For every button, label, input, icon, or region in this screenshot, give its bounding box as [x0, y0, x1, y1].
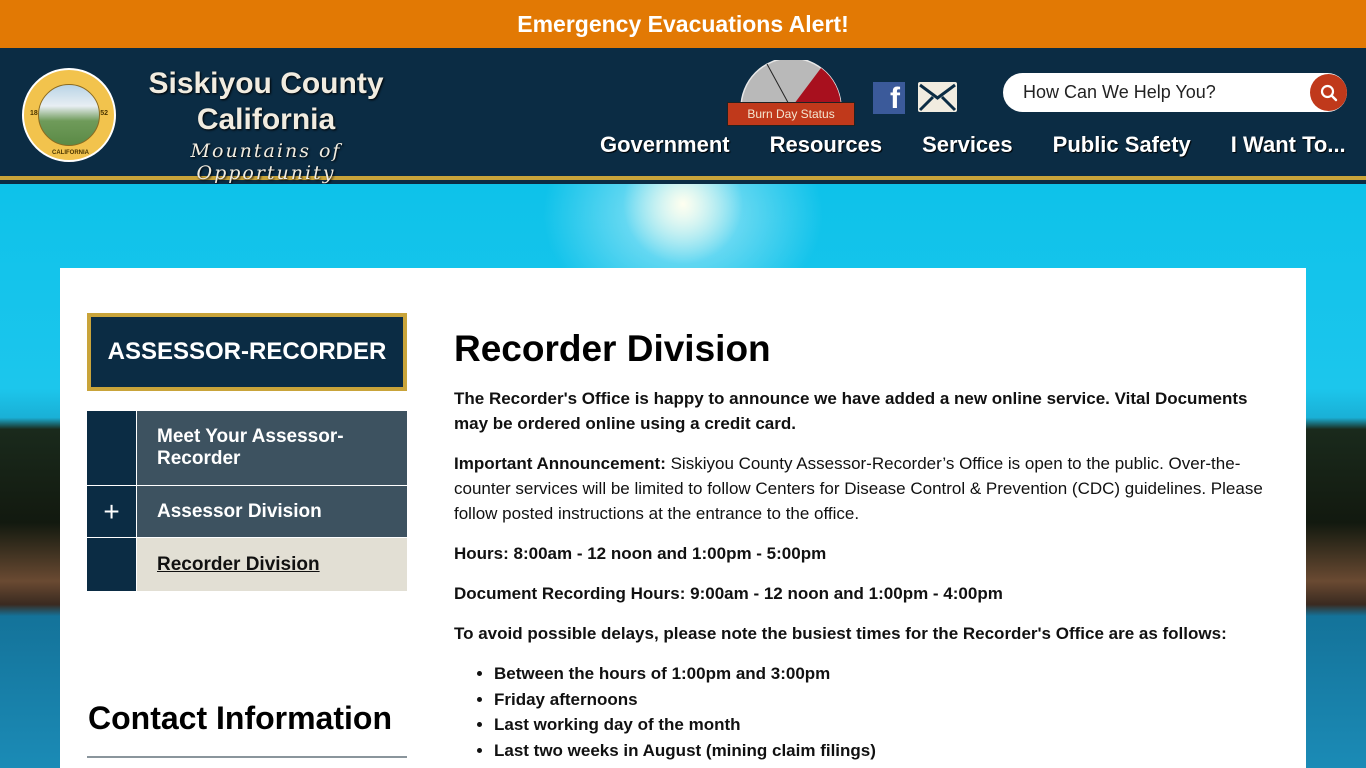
- sidebar-nav: Meet Your Assessor-Recorder + Assessor D…: [87, 411, 407, 591]
- site-search: [1003, 73, 1347, 112]
- recording-hours: Document Recording Hours: 9:00am - 12 no…: [454, 584, 1003, 603]
- page-title: Recorder Division: [454, 328, 771, 369]
- seal-year-right: 52: [100, 110, 108, 117]
- sidebar-toggle: [87, 411, 137, 485]
- sidebar-toggle: [87, 538, 137, 591]
- emergency-alert-banner[interactable]: Emergency Evacuations Alert!: [0, 0, 1366, 48]
- email-icon[interactable]: [918, 82, 957, 112]
- burn-day-status-widget[interactable]: Burn Day Status: [727, 57, 855, 126]
- main-content: Recorder Division The Recorder's Office …: [454, 328, 1284, 763]
- site-header: 18 52 CALIFORNIA Siskiyou County Califor…: [0, 48, 1366, 184]
- county-seal-logo[interactable]: 18 52 CALIFORNIA: [22, 68, 116, 162]
- announcement-label: Important Announcement:: [454, 454, 666, 473]
- sidebar-item-recorder-division[interactable]: Recorder Division: [87, 538, 407, 591]
- sidebar-item-label[interactable]: Meet Your Assessor-Recorder: [137, 411, 407, 485]
- office-hours: Hours: 8:00am - 12 noon and 1:00pm - 5:0…: [454, 544, 827, 563]
- main-nav: Government Resources Services Public Saf…: [600, 132, 1346, 158]
- burn-day-label: Burn Day Status: [727, 102, 855, 126]
- seal-year-left: 18: [30, 110, 38, 117]
- nav-i-want-to[interactable]: I Want To...: [1231, 132, 1346, 158]
- department-title[interactable]: ASSESSOR-RECORDER: [87, 313, 407, 391]
- busiest-times-list: Between the hours of 1:00pm and 3:00pm F…: [494, 661, 1284, 763]
- list-item: Friday afternoons: [494, 687, 1284, 713]
- busiest-times-intro: To avoid possible delays, please note th…: [454, 624, 1227, 643]
- list-item: Last two weeks in August (mining claim f…: [494, 738, 1284, 764]
- brand-line-1: Siskiyou County: [148, 67, 384, 100]
- search-icon: [1320, 84, 1337, 101]
- expand-plus-icon[interactable]: +: [87, 486, 137, 537]
- seal-bottom-text: CALIFORNIA: [52, 150, 89, 156]
- burn-gauge-icon: [740, 57, 842, 109]
- announcement-paragraph: Important Announcement: Siskiyou County …: [454, 451, 1284, 526]
- site-brand[interactable]: Siskiyou County California Mountains of …: [140, 66, 392, 184]
- sidebar-item-assessor-division[interactable]: + Assessor Division: [87, 486, 407, 538]
- facebook-icon[interactable]: f: [873, 82, 905, 114]
- search-button[interactable]: [1310, 74, 1347, 111]
- alert-text[interactable]: Emergency Evacuations Alert!: [517, 11, 849, 38]
- nav-government[interactable]: Government: [600, 132, 730, 158]
- sidebar-item-label[interactable]: Assessor Division: [137, 486, 407, 537]
- brand-tagline: Mountains of Opportunity: [190, 140, 342, 184]
- divider: [87, 756, 407, 758]
- sidebar-item-label[interactable]: Recorder Division: [137, 538, 407, 591]
- contact-information-heading: Contact Information: [88, 700, 392, 736]
- nav-resources[interactable]: Resources: [770, 132, 883, 158]
- nav-public-safety[interactable]: Public Safety: [1053, 132, 1191, 158]
- nav-services[interactable]: Services: [922, 132, 1013, 158]
- search-input[interactable]: [1003, 82, 1303, 103]
- list-item: Between the hours of 1:00pm and 3:00pm: [494, 661, 1284, 687]
- intro-paragraph: The Recorder's Office is happy to announ…: [454, 389, 1248, 433]
- sidebar-item-meet-assessor[interactable]: Meet Your Assessor-Recorder: [87, 411, 407, 486]
- seal-landscape: [38, 84, 100, 146]
- list-item: Last working day of the month: [494, 712, 1284, 738]
- brand-line-2: California: [196, 103, 336, 136]
